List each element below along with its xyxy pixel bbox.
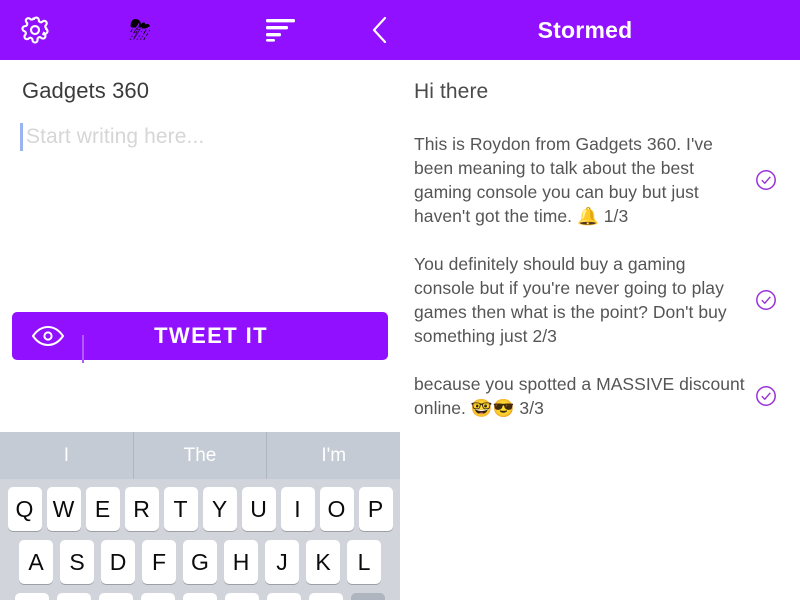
backspace-key[interactable] xyxy=(351,593,385,600)
thread-greeting: Hi there xyxy=(414,80,489,103)
thread-preview-panel: Hi there This is Roydon from Gadgets 360… xyxy=(400,60,800,600)
align-left-list-icon xyxy=(265,19,295,42)
shift-key[interactable] xyxy=(15,593,49,600)
key-d[interactable]: D xyxy=(101,540,135,584)
tweet-it-button[interactable]: TWEET IT xyxy=(12,312,388,363)
message-status[interactable] xyxy=(746,385,786,407)
back-button[interactable] xyxy=(350,0,410,60)
eye-icon xyxy=(31,325,65,347)
key-x[interactable]: X xyxy=(99,593,133,600)
thread-message-2: You definitely should buy a gaming conso… xyxy=(414,252,786,348)
key-e[interactable]: E xyxy=(85,487,120,531)
key-y[interactable]: Y xyxy=(202,487,237,531)
gear-icon xyxy=(21,16,49,44)
key-b[interactable]: B xyxy=(225,593,259,600)
keyboard-row-3: Z X C V B N M xyxy=(0,593,400,600)
key-o[interactable]: O xyxy=(319,487,354,531)
settings-button[interactable] xyxy=(0,0,70,60)
message-status[interactable] xyxy=(746,169,786,191)
key-h[interactable]: H xyxy=(224,540,258,584)
suggestion-1[interactable]: The xyxy=(132,432,267,479)
key-m[interactable]: M xyxy=(309,593,343,600)
key-f[interactable]: F xyxy=(142,540,176,584)
key-n[interactable]: N xyxy=(267,593,301,600)
tweet-it-label: TWEET IT xyxy=(154,323,268,348)
key-a[interactable]: A xyxy=(19,540,53,584)
virtual-keyboard: Q W E R T Y U I O P A S D F G H J K L xyxy=(0,479,400,600)
key-p[interactable]: P xyxy=(358,487,393,531)
key-r[interactable]: R xyxy=(124,487,159,531)
key-g[interactable]: G xyxy=(183,540,217,584)
thread-message-3: because you spotted a MASSIVE discount o… xyxy=(414,372,786,420)
message-text: because you spotted a MASSIVE discount o… xyxy=(414,374,745,418)
key-u[interactable]: U xyxy=(241,487,276,531)
suggestion-2[interactable]: I'm xyxy=(266,432,400,479)
keyboard-row-1: Q W E R T Y U I O P xyxy=(0,487,400,531)
key-q[interactable]: Q xyxy=(7,487,42,531)
page-title-text: Stormed xyxy=(537,16,633,43)
thread-message-1: This is Roydon from Gadgets 360. I've be… xyxy=(414,132,786,228)
preview-button[interactable] xyxy=(12,325,84,363)
check-circle-icon xyxy=(756,386,776,406)
key-w[interactable]: W xyxy=(46,487,81,531)
compose-placeholder: Start writing here... xyxy=(26,125,205,148)
storm-button[interactable]: ⛈ xyxy=(70,0,210,60)
key-j[interactable]: J xyxy=(265,540,299,584)
key-s[interactable]: S xyxy=(60,540,94,584)
key-i[interactable]: I xyxy=(280,487,315,531)
check-circle-icon xyxy=(756,170,776,190)
keyboard-suggestion-bar: I The I'm xyxy=(0,432,400,479)
text-caret xyxy=(20,123,23,151)
compose-panel: Gadgets 360 Start writing here... TWEET … xyxy=(0,60,400,600)
top-bar: ⛈ Stormed xyxy=(0,0,800,60)
key-k[interactable]: K xyxy=(306,540,340,584)
app-root: ⛈ Stormed Gadgets 360 Start writing here… xyxy=(0,0,800,600)
key-c[interactable]: C xyxy=(141,593,175,600)
page-title: Stormed xyxy=(410,0,800,60)
message-text: This is Roydon from Gadgets 360. I've be… xyxy=(414,134,713,226)
message-text: You definitely should buy a gaming conso… xyxy=(414,254,727,346)
message-status[interactable] xyxy=(746,289,786,311)
key-t[interactable]: T xyxy=(163,487,198,531)
key-v[interactable]: V xyxy=(183,593,217,600)
suggestion-0[interactable]: I xyxy=(0,432,133,479)
account-name: Gadgets 360 xyxy=(22,78,150,103)
key-z[interactable]: Z xyxy=(57,593,91,600)
key-l[interactable]: L xyxy=(347,540,381,584)
compose-input[interactable]: Start writing here... xyxy=(20,120,380,154)
storm-cloud-lightning-icon: ⛈ xyxy=(129,14,151,45)
check-circle-icon xyxy=(756,290,776,310)
chevron-left-icon xyxy=(372,16,387,44)
thread-list-button[interactable] xyxy=(210,0,350,60)
button-divider xyxy=(82,335,84,363)
keyboard-row-2: A S D F G H J K L xyxy=(0,540,400,584)
